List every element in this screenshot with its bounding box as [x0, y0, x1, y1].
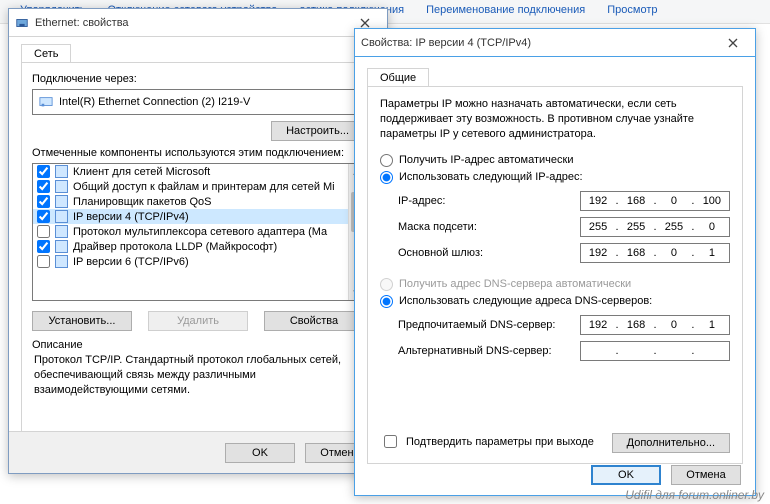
component-label: IP версии 4 (TCP/IPv4)	[73, 211, 189, 223]
advanced-button[interactable]: Дополнительно...	[612, 433, 730, 453]
list-item[interactable]: Драйвер протокола LLDP (Майкрософт)	[33, 239, 348, 254]
component-checkbox[interactable]	[37, 255, 50, 268]
info-paragraph: Параметры IP можно назначать автоматичес…	[380, 97, 730, 142]
component-icon	[55, 210, 68, 223]
uninstall-button: Удалить	[148, 311, 248, 331]
window-title: Свойства: IP версии 4 (TCP/IPv4)	[361, 37, 531, 49]
component-icon	[55, 225, 68, 238]
gateway-label: Основной шлюз:	[398, 247, 580, 259]
properties-button[interactable]: Свойства	[264, 311, 364, 331]
list-item[interactable]: Общий доступ к файлам и принтерам для се…	[33, 179, 348, 194]
list-item[interactable]: Протокол мультиплексора сетевого адаптер…	[33, 224, 348, 239]
component-checkbox[interactable]	[37, 240, 50, 253]
tab-general[interactable]: Общие	[367, 68, 429, 87]
ip-octet[interactable]: 192	[581, 195, 615, 207]
ip-octet[interactable]: 192	[581, 247, 615, 259]
alternate-dns-label: Альтернативный DNS-сервер:	[398, 345, 580, 357]
component-icon	[55, 195, 68, 208]
description-label: Описание	[32, 339, 364, 351]
radio-use-ip[interactable]: Использовать следующий IP-адрес:	[380, 169, 730, 186]
ip-octet[interactable]: 192	[581, 319, 615, 331]
component-icon	[55, 165, 68, 178]
ethernet-icon	[15, 16, 29, 30]
component-checkbox[interactable]	[37, 165, 50, 178]
tab-network[interactable]: Сеть	[21, 44, 71, 63]
list-item[interactable]: IP версии 4 (TCP/IPv4)	[33, 209, 348, 224]
watermark: Udifil для forum.onliner.by	[625, 488, 764, 502]
titlebar[interactable]: Ethernet: свойства	[9, 9, 387, 37]
adapter-field[interactable]: Intel(R) Ethernet Connection (2) I219-V	[32, 89, 364, 115]
install-button[interactable]: Установить...	[32, 311, 132, 331]
component-icon	[55, 255, 68, 268]
component-checkbox[interactable]	[37, 180, 50, 193]
alternate-dns-input[interactable]: ...	[580, 341, 730, 361]
components-listbox[interactable]: Клиент для сетей Microsoft Общий доступ к…	[32, 163, 364, 301]
component-label: Протокол мультиплексора сетевого адаптер…	[73, 226, 327, 238]
subnet-mask-input[interactable]: 255.255.255.0	[580, 217, 730, 237]
adapter-name: Intel(R) Ethernet Connection (2) I219-V	[59, 96, 250, 108]
ip-octet[interactable]: 1	[695, 319, 729, 331]
ethernet-properties-window: Ethernet: свойства Сеть Подключение чере…	[8, 8, 388, 474]
bg-menu-item[interactable]: Просмотр	[607, 4, 657, 23]
dialog-footer: OK Отмена	[9, 431, 387, 473]
close-icon	[360, 18, 370, 28]
component-label: IP версии 6 (TCP/IPv6)	[73, 256, 189, 268]
ip-octet[interactable]: 100	[695, 195, 729, 207]
preferred-dns-input[interactable]: 192.168.0.1	[580, 315, 730, 335]
component-icon	[55, 240, 68, 253]
list-item[interactable]: Планировщик пакетов QoS	[33, 194, 348, 209]
bg-menu-item[interactable]: Переименование подключения	[426, 4, 585, 23]
window-title: Ethernet: свойства	[35, 17, 129, 29]
component-icon	[55, 180, 68, 193]
ipv4-properties-window: Свойства: IP версии 4 (TCP/IPv4) Общие П…	[354, 28, 756, 496]
component-label: Драйвер протокола LLDP (Майкрософт)	[73, 241, 277, 253]
ip-octet[interactable]: 168	[619, 247, 653, 259]
ok-button[interactable]: OK	[225, 443, 295, 463]
ip-octet[interactable]: 255	[657, 221, 691, 233]
validate-on-exit-checkbox[interactable]: Подтвердить параметры при выходе	[380, 432, 594, 451]
list-item[interactable]: IP версии 6 (TCP/IPv6)	[33, 254, 348, 269]
ip-octet[interactable]: 0	[657, 247, 691, 259]
ip-octet[interactable]: 255	[581, 221, 615, 233]
preferred-dns-label: Предпочитаемый DNS-сервер:	[398, 319, 580, 331]
component-label: Клиент для сетей Microsoft	[73, 166, 210, 178]
nic-icon	[39, 95, 53, 109]
ip-octet[interactable]: 0	[695, 221, 729, 233]
configure-button[interactable]: Настроить...	[271, 121, 364, 141]
close-icon	[728, 38, 738, 48]
ip-octet[interactable]: 0	[657, 319, 691, 331]
component-checkbox[interactable]	[37, 195, 50, 208]
component-label: Планировщик пакетов QoS	[73, 196, 212, 208]
components-label: Отмеченные компоненты используются этим …	[32, 147, 364, 159]
titlebar[interactable]: Свойства: IP версии 4 (TCP/IPv4)	[355, 29, 755, 57]
gateway-input[interactable]: 192.168.0.1	[580, 243, 730, 263]
component-checkbox[interactable]	[37, 225, 50, 238]
connect-through-label: Подключение через:	[32, 73, 364, 85]
cancel-button[interactable]: Отмена	[671, 465, 741, 485]
ip-octet[interactable]: 255	[619, 221, 653, 233]
ip-octet[interactable]: 1	[695, 247, 729, 259]
description-text: Протокол TCP/IP. Стандартный протокол гл…	[32, 351, 364, 404]
radio-use-dns[interactable]: Использовать следующие адреса DNS-сервер…	[380, 293, 730, 310]
ip-octet[interactable]: 0	[657, 195, 691, 207]
ip-octet[interactable]: 168	[619, 319, 653, 331]
list-item[interactable]: Клиент для сетей Microsoft	[33, 164, 348, 179]
ip-address-label: IP-адрес:	[398, 195, 580, 207]
ip-address-input[interactable]: 192.168.0.100	[580, 191, 730, 211]
close-button[interactable]	[717, 32, 749, 54]
component-checkbox[interactable]	[37, 210, 50, 223]
component-label: Общий доступ к файлам и принтерам для се…	[73, 181, 335, 193]
radio-obtain-ip-auto[interactable]: Получить IP-адрес автоматически	[380, 152, 730, 169]
subnet-mask-label: Маска подсети:	[398, 221, 580, 233]
radio-obtain-dns-auto: Получить адрес DNS-сервера автоматически	[380, 276, 730, 293]
ok-button[interactable]: OK	[591, 465, 661, 485]
ip-octet[interactable]: 168	[619, 195, 653, 207]
